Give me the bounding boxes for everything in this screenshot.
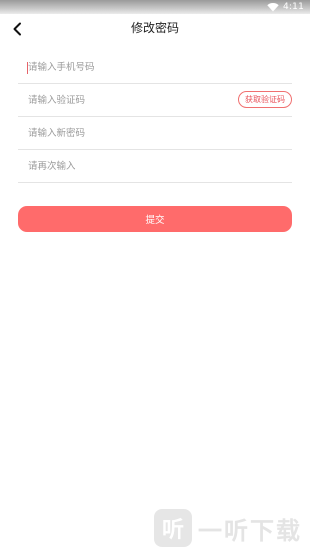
watermark-logo-icon: 听 bbox=[154, 509, 192, 547]
phone-input[interactable] bbox=[18, 57, 218, 77]
wifi-icon bbox=[267, 3, 279, 12]
confirm-password-row bbox=[18, 150, 292, 183]
text-caret bbox=[27, 62, 28, 74]
get-code-button[interactable]: 获取验证码 bbox=[238, 91, 292, 108]
watermark-text: 一听下载 bbox=[198, 516, 302, 545]
phone-row bbox=[18, 51, 292, 84]
new-password-input[interactable] bbox=[18, 123, 228, 143]
verification-code-input[interactable] bbox=[18, 90, 228, 110]
status-bar: 4:11 bbox=[0, 0, 310, 14]
status-indicators: 4:11 bbox=[267, 1, 304, 13]
confirm-password-input[interactable] bbox=[18, 156, 228, 176]
code-row: 获取验证码 bbox=[18, 84, 292, 117]
page-title: 修改密码 bbox=[130, 21, 179, 35]
watermark: 听 一听下载 bbox=[154, 509, 302, 547]
change-password-form: 获取验证码 bbox=[18, 51, 292, 183]
nav-bar: 修改密码 bbox=[0, 14, 310, 44]
new-password-row bbox=[18, 117, 292, 150]
status-time: 4:11 bbox=[282, 2, 304, 12]
submit-button[interactable]: 提交 bbox=[18, 206, 292, 232]
